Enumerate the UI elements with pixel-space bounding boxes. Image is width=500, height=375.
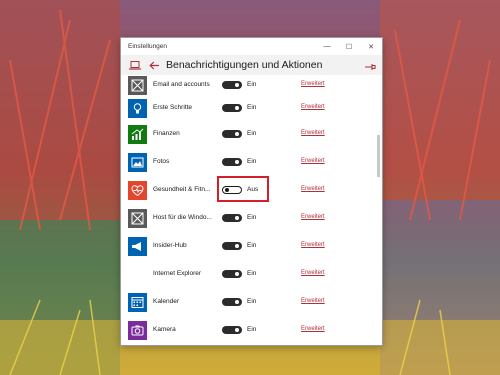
- notification-toggle[interactable]: [222, 81, 242, 89]
- notification-toggle[interactable]: [222, 214, 242, 222]
- advanced-link[interactable]: Erweitert: [301, 130, 325, 136]
- app-row: Kalender Ein Erweitert: [121, 290, 382, 318]
- app-name: Kalender: [153, 298, 180, 305]
- page-header: Benachrichtigungen und Aktionen: [121, 55, 382, 75]
- minimize-button[interactable]: —: [316, 38, 338, 55]
- notification-toggle[interactable]: [222, 130, 242, 138]
- toggle-knob: [235, 244, 239, 248]
- advanced-link[interactable]: Erweitert: [301, 81, 325, 87]
- app-name: Host für die Windo...: [153, 214, 212, 221]
- chart-icon: [128, 125, 147, 144]
- laptop-icon: [127, 60, 143, 70]
- toggle-knob: [235, 216, 239, 220]
- toggle-knob: [235, 83, 239, 87]
- toggle-knob: [235, 328, 239, 332]
- lightbulb-icon: [128, 99, 147, 118]
- app-row: Erste Schritte Ein Erweitert: [121, 96, 382, 124]
- app-row: Internet Explorer Ein Erweitert: [121, 262, 382, 290]
- toggle-state-label: Ein: [247, 326, 257, 333]
- app-name: Internet Explorer: [153, 270, 202, 277]
- toggle-state-label: Ein: [247, 242, 257, 249]
- advanced-link[interactable]: Erweitert: [301, 298, 325, 304]
- app-name: Gesundheit & Fitn...: [153, 186, 211, 193]
- toggle-state-label: Ein: [247, 158, 257, 165]
- toggle-state-label: Ein: [247, 104, 257, 111]
- notification-toggle[interactable]: [222, 298, 242, 306]
- app-row: Fotos Ein Erweitert: [121, 150, 382, 178]
- app-name: Erste Schritte: [153, 104, 193, 111]
- app-row: Kamera Ein Erweitert: [121, 318, 382, 345]
- maximize-button[interactable]: ☐: [338, 38, 360, 55]
- advanced-link[interactable]: Erweitert: [301, 326, 325, 332]
- advanced-link[interactable]: Erweitert: [301, 158, 325, 164]
- toggle-state-label: Ein: [247, 130, 257, 137]
- notification-toggle[interactable]: [222, 242, 242, 250]
- window-title: Einstellungen: [128, 43, 168, 50]
- toggle-knob: [235, 132, 239, 136]
- notification-toggle[interactable]: [222, 270, 242, 278]
- toggle-state-label: Ein: [247, 298, 257, 305]
- notification-toggle[interactable]: [222, 104, 242, 112]
- toggle-knob: [235, 300, 239, 304]
- photo-icon: [128, 153, 147, 172]
- advanced-link[interactable]: Erweitert: [301, 186, 325, 192]
- gray-box-icon: [128, 209, 147, 228]
- advanced-link[interactable]: Erweitert: [301, 242, 325, 248]
- megaphone-icon: [128, 237, 147, 256]
- toggle-knob: [225, 188, 229, 193]
- app-name: Fotos: [153, 158, 170, 165]
- app-notification-list: Email and accounts Ein Erweitert Erste Schr…: [121, 75, 382, 345]
- camera-icon: [128, 321, 147, 340]
- toggle-knob: [235, 106, 239, 110]
- app-name: Kamera: [153, 326, 176, 333]
- advanced-link[interactable]: Erweitert: [301, 270, 325, 276]
- toggle-state-label: Aus: [247, 186, 259, 193]
- app-row: Finanzen Ein Erweitert: [121, 122, 382, 150]
- title-bar[interactable]: Einstellungen — ☐ ✕: [121, 38, 382, 55]
- notification-toggle[interactable]: [222, 158, 242, 166]
- blank-icon: [128, 265, 147, 284]
- heart-icon: [128, 181, 147, 200]
- app-row: Gesundheit & Fitn... Aus Erweitert: [121, 178, 382, 206]
- toggle-state-label: Ein: [247, 81, 257, 88]
- calendar-icon: [128, 293, 147, 312]
- app-name: Insider-Hub: [153, 242, 187, 249]
- notification-toggle[interactable]: [222, 326, 242, 334]
- close-button[interactable]: ✕: [360, 38, 382, 55]
- advanced-link[interactable]: Erweitert: [301, 104, 325, 110]
- app-name: Email and accounts: [153, 81, 210, 88]
- app-name: Finanzen: [153, 130, 180, 137]
- toggle-knob: [235, 272, 239, 276]
- toggle-state-label: Ein: [247, 214, 257, 221]
- toggle-knob: [235, 160, 239, 164]
- toggle-state-label: Ein: [247, 270, 257, 277]
- app-row: Insider-Hub Ein Erweitert: [121, 234, 382, 262]
- back-arrow-icon[interactable]: [146, 61, 162, 70]
- app-row: Host für die Windo... Ein Erweitert: [121, 206, 382, 234]
- settings-window: Einstellungen — ☐ ✕ Benachrichtigungen u…: [121, 38, 382, 345]
- gray-box-icon: [128, 76, 147, 95]
- notification-toggle[interactable]: [222, 186, 242, 194]
- page-title: Benachrichtigungen und Aktionen: [166, 59, 323, 71]
- advanced-link[interactable]: Erweitert: [301, 214, 325, 220]
